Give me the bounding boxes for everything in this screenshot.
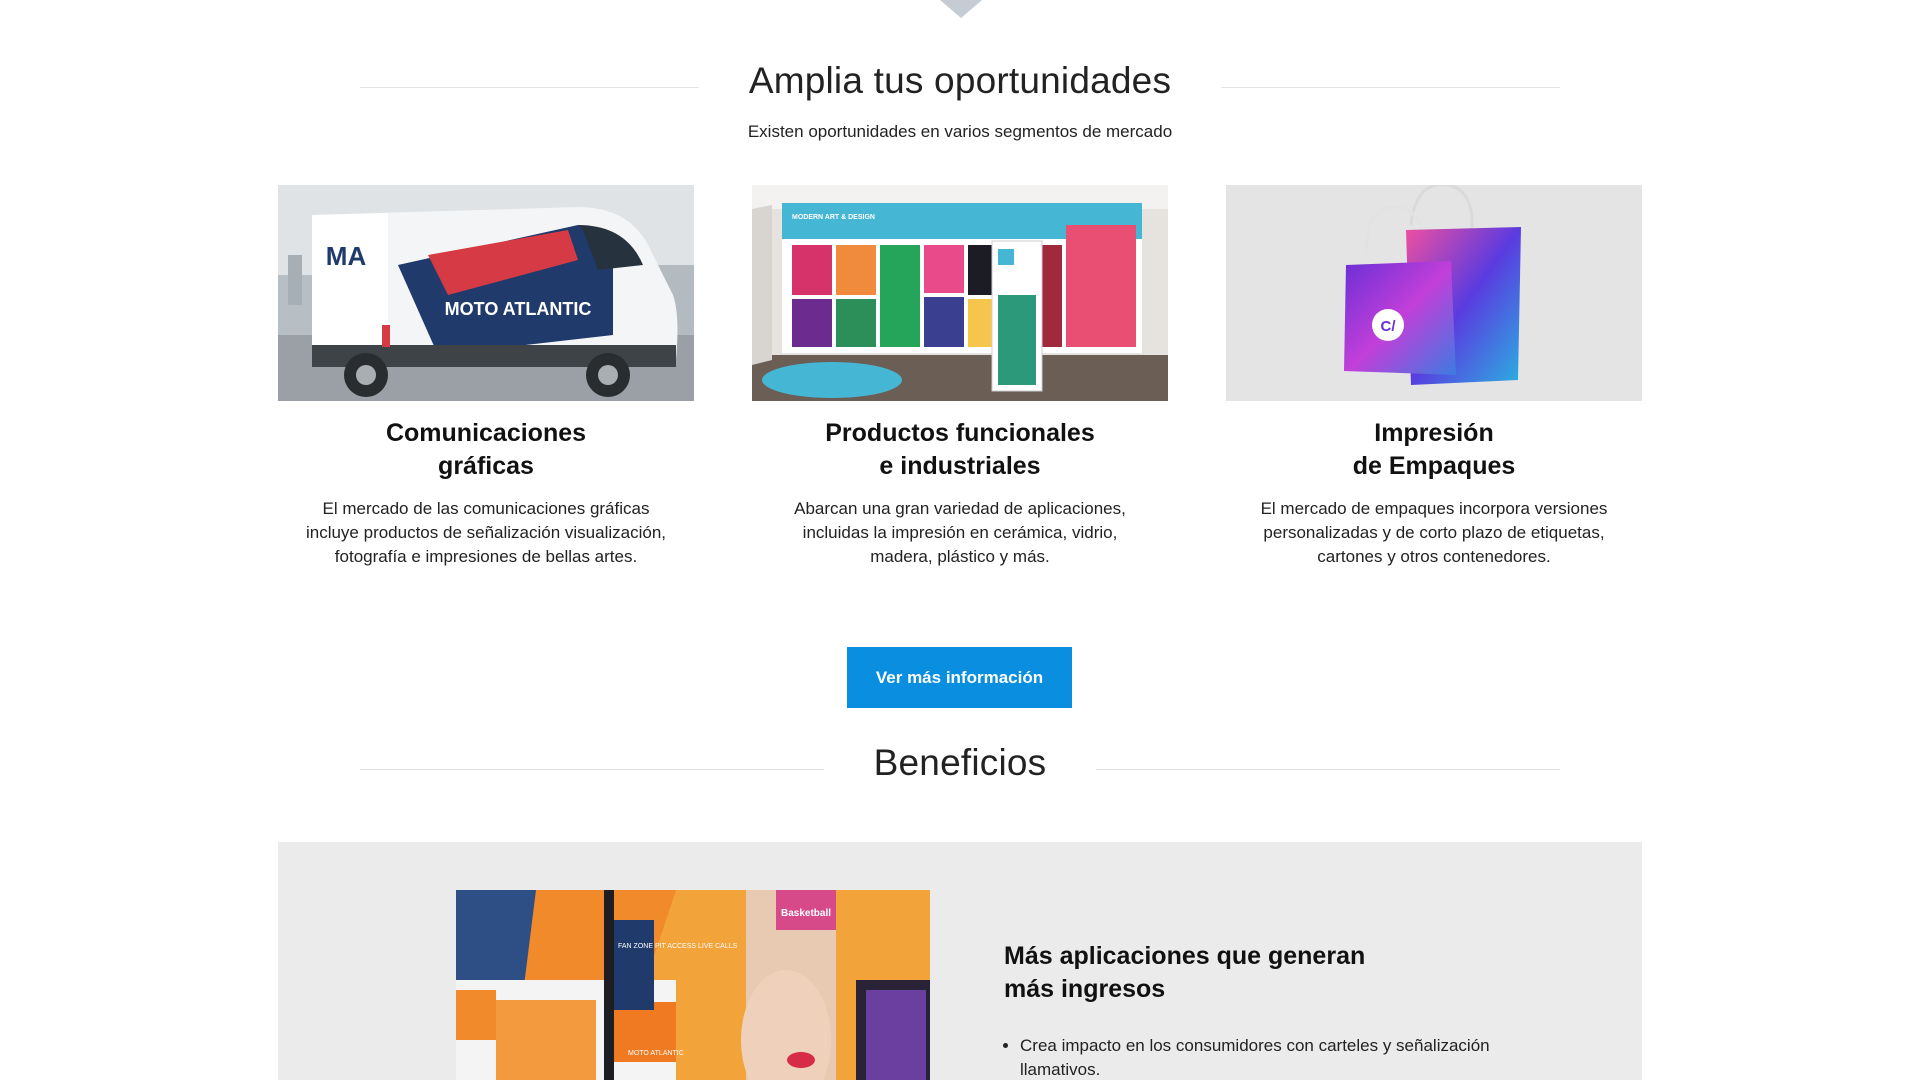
benefits-title: Beneficios <box>873 742 1047 783</box>
card-title-line1: Comunicaciones <box>385 419 587 447</box>
card-functional-industrial: MODERN ART & DESIGN Productos funcionale… <box>752 185 1168 569</box>
banner-text: FAN ZONE PIT ACCESS LIVE CALLS <box>618 943 738 950</box>
opportunities-heading: Amplia tus oportunidades <box>360 60 1560 102</box>
benefit-title-line2: más ingresos <box>1004 975 1166 1003</box>
opportunities-subtitle: Existen oportunidades en varios segmento… <box>747 122 1173 141</box>
more-info-button[interactable]: Ver más información <box>847 647 1072 708</box>
van-image: MOTO ATLANTIC MA <box>278 185 694 401</box>
benefits-illustration: FAN ZONE PIT ACCESS LIVE CALLS MOTO ATLA… <box>456 890 930 1080</box>
bag-logo-text: C/ <box>1381 318 1397 335</box>
card-title-line1: Productos funcionales <box>825 419 1095 447</box>
van-logo-text: MA <box>326 241 367 271</box>
card-packaging: C/ Impresión de Empaques El mercado de e… <box>1226 185 1642 569</box>
benefits-image: FAN ZONE PIT ACCESS LIVE CALLS MOTO ATLA… <box>456 890 930 1080</box>
card-graphic-communications: MOTO ATLANTIC MA Comunicaciones gráficas… <box>278 185 694 569</box>
heading-rule-right <box>1221 86 1560 88</box>
card-title: Comunicaciones gráficas <box>278 417 694 483</box>
benefit-bullet: Crea impacto en los consumidores con car… <box>1020 1034 1524 1080</box>
truck-brand-text: MOTO ATLANTIC <box>628 1050 684 1057</box>
card-title-line2: gráficas <box>438 452 534 480</box>
opportunity-cards: MOTO ATLANTIC MA Comunicaciones gráficas… <box>278 185 1642 569</box>
benefit-title: Más aplicaciones que generan más ingreso… <box>1004 940 1524 1006</box>
benefits-heading: Beneficios <box>360 742 1560 784</box>
page: Amplia tus oportunidades Existen oportun… <box>0 0 1920 1080</box>
van-brand-text: MOTO ATLANTIC <box>445 299 592 319</box>
heading-rule-left <box>360 86 699 88</box>
card-description: Abarcan una gran variedad de aplicacione… <box>794 499 1126 566</box>
card-title-line2: de Empaques <box>1352 452 1516 480</box>
benefit-title-line1: Más aplicaciones que generan <box>1004 942 1366 970</box>
benefits-panel: FAN ZONE PIT ACCESS LIVE CALLS MOTO ATLA… <box>278 842 1642 1080</box>
gallery-banner-text: MODERN ART & DESIGN <box>792 214 875 221</box>
card-description: El mercado de las comunicaciones gráfica… <box>305 499 667 566</box>
card-title: Productos funcionales e industriales <box>752 417 1168 483</box>
card-title: Impresión de Empaques <box>1226 417 1642 483</box>
heading-rule-right <box>1096 768 1560 770</box>
bags-image: C/ <box>1226 185 1642 401</box>
gallery-illustration: MODERN ART & DESIGN <box>752 185 1168 401</box>
gallery-image: MODERN ART & DESIGN <box>752 185 1168 401</box>
card-title-line2: e industriales <box>879 452 1041 480</box>
opportunities-title: Amplia tus oportunidades <box>748 60 1172 101</box>
van-illustration: MOTO ATLANTIC MA <box>278 185 694 401</box>
benefits-text: Más aplicaciones que generan más ingreso… <box>1004 940 1524 1080</box>
heading-rule-left <box>360 768 824 770</box>
card-title-line1: Impresión <box>1374 419 1494 447</box>
sign-text: Basketball <box>781 908 831 919</box>
bags-illustration: C/ <box>1226 185 1642 401</box>
section-divider-arrow <box>940 0 982 18</box>
card-description: El mercado de empaques incorpora version… <box>1260 499 1608 566</box>
benefit-list: Crea impacto en los consumidores con car… <box>1004 1034 1524 1080</box>
